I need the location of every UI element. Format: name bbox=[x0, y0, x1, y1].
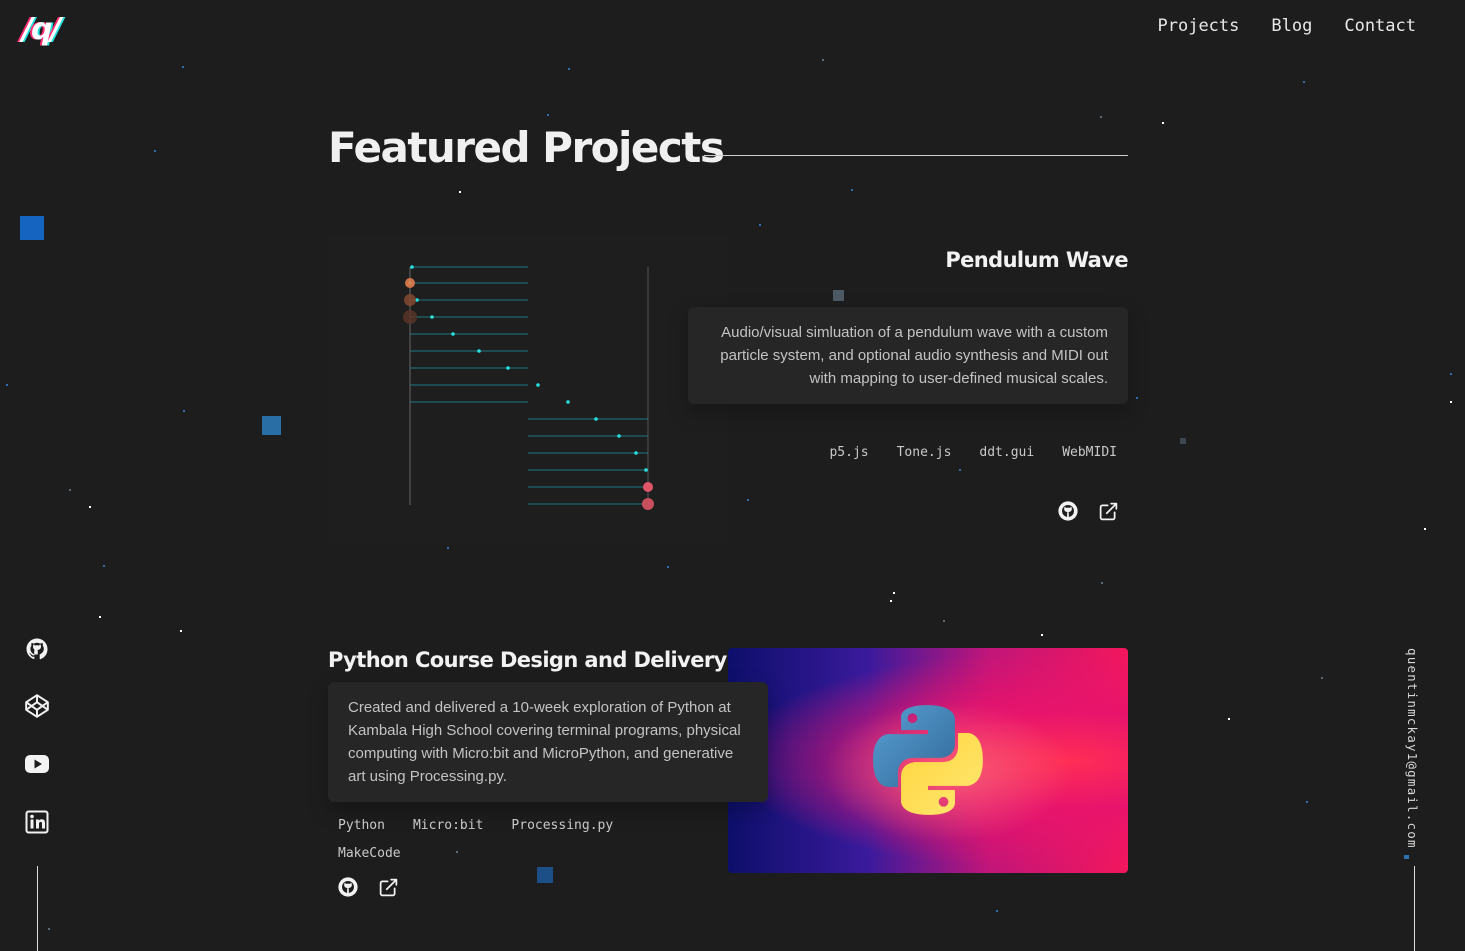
tag: p5.js bbox=[829, 445, 869, 460]
tag: Micro:bit bbox=[412, 818, 484, 833]
project-title[interactable]: Pendulum Wave bbox=[945, 248, 1128, 272]
github-icon[interactable] bbox=[337, 876, 359, 898]
project-tags: p5.js Tone.js ddt.gui WebMIDI bbox=[829, 439, 1117, 467]
nav-blog[interactable]: Blog bbox=[1271, 16, 1312, 36]
github-icon[interactable] bbox=[24, 636, 50, 662]
project-title[interactable]: Python Course Design and Delivery bbox=[328, 648, 727, 672]
project-description: Created and delivered a 10-week explorat… bbox=[328, 682, 768, 802]
tag: WebMIDI bbox=[1062, 445, 1117, 460]
title-rule bbox=[704, 155, 1128, 156]
linkedin-icon[interactable] bbox=[24, 809, 50, 835]
youtube-icon[interactable] bbox=[24, 751, 50, 777]
right-divider-line bbox=[1414, 866, 1415, 951]
project-links bbox=[1057, 500, 1119, 522]
tag: MakeCode bbox=[338, 846, 401, 861]
tag: Python bbox=[338, 818, 385, 833]
project-description: Audio/visual simluation of a pendulum wa… bbox=[688, 307, 1128, 404]
tag: ddt.gui bbox=[979, 445, 1035, 460]
project-tags: Python Micro:bit Processing.py MakeCode bbox=[338, 812, 658, 868]
email-link[interactable]: quentinmckay1@gmail.com bbox=[1405, 648, 1420, 849]
section-title: Featured Projects bbox=[328, 123, 725, 172]
tag: Processing.py bbox=[511, 818, 614, 833]
project-links bbox=[337, 876, 399, 898]
github-icon[interactable] bbox=[1057, 500, 1079, 522]
external-link-icon[interactable] bbox=[1097, 500, 1119, 522]
python-course-preview[interactable] bbox=[728, 648, 1128, 873]
left-divider-line bbox=[37, 866, 38, 951]
decor-square bbox=[537, 867, 553, 883]
decor-square bbox=[262, 416, 281, 435]
tag: Tone.js bbox=[896, 445, 952, 460]
nav-projects[interactable]: Projects bbox=[1158, 16, 1240, 36]
decor-square bbox=[1180, 438, 1186, 444]
external-link-icon[interactable] bbox=[377, 876, 399, 898]
site-logo[interactable]: /q/ bbox=[22, 12, 61, 47]
main-nav: Projects Blog Contact bbox=[1158, 16, 1417, 36]
python-logo-icon bbox=[873, 705, 983, 815]
pendulum-wave-preview[interactable] bbox=[328, 235, 728, 542]
codepen-icon[interactable] bbox=[24, 693, 50, 719]
nav-contact[interactable]: Contact bbox=[1344, 16, 1416, 36]
decor-square bbox=[833, 290, 844, 301]
decor-square bbox=[20, 216, 44, 240]
